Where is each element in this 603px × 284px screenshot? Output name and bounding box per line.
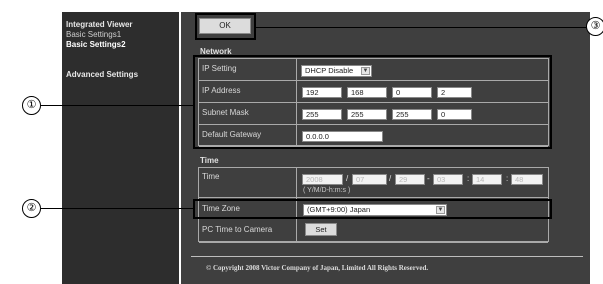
- chevron-down-icon: ▼: [361, 67, 370, 75]
- callout-box-ok: [195, 13, 256, 40]
- ip-address-label: IP Address: [202, 86, 241, 95]
- default-gateway-field[interactable]: 0.0.0.0: [302, 131, 383, 142]
- ip-setting-label: IP Setting: [202, 64, 237, 73]
- ip-setting-value: DHCP Disable: [305, 66, 354, 75]
- time-separator: :: [506, 174, 509, 183]
- ip-address-octet-2[interactable]: 168: [347, 87, 387, 98]
- set-button[interactable]: Set: [305, 223, 337, 236]
- pc-time-label: PC Time to Camera: [202, 225, 273, 234]
- time-year-field[interactable]: 2008: [302, 174, 343, 185]
- time-separator: :: [467, 174, 470, 183]
- copyright-text: © Copyright 2008 Victor Company of Japan…: [206, 264, 429, 272]
- ip-address-octet-3[interactable]: 0: [392, 87, 432, 98]
- callout-marker-2: ②: [22, 199, 41, 218]
- footer-divider: [191, 256, 583, 257]
- sidebar: Integrated Viewer Basic Settings1 Basic …: [62, 12, 179, 284]
- ip-address-octet-4[interactable]: 2: [437, 87, 472, 98]
- subnet-mask-octet-4[interactable]: 0: [437, 109, 472, 120]
- sidebar-item-basic-settings-1[interactable]: Basic Settings1: [66, 30, 121, 39]
- date-separator: /: [389, 174, 392, 183]
- default-gateway-label: Default Gateway: [202, 130, 262, 139]
- time-day-field[interactable]: 29: [395, 174, 425, 185]
- time-format-hint: ( Y/M/D-h:m:s ): [303, 187, 351, 194]
- time-separator: -: [427, 174, 430, 183]
- subnet-mask-octet-2[interactable]: 255: [347, 109, 387, 120]
- ip-setting-select[interactable]: DHCP Disable ▼: [301, 65, 372, 77]
- callout-marker-1: ①: [22, 96, 41, 115]
- callout-line-3: [256, 27, 586, 28]
- callout-line-1: [41, 105, 193, 106]
- time-second-field[interactable]: 48: [511, 174, 543, 185]
- subnet-mask-label: Subnet Mask: [202, 108, 249, 117]
- subnet-mask-octet-1[interactable]: 255: [302, 109, 342, 120]
- time-month-field[interactable]: 07: [352, 174, 387, 185]
- callout-line-2: [41, 208, 193, 209]
- sidebar-item-advanced-settings[interactable]: Advanced Settings: [66, 70, 138, 79]
- callout-box-time-zone: [193, 199, 552, 219]
- time-label: Time: [202, 172, 220, 181]
- sidebar-item-basic-settings-2[interactable]: Basic Settings2: [66, 40, 126, 49]
- time-section-title: Time: [200, 156, 219, 165]
- callout-marker-3: ③: [586, 17, 603, 36]
- date-separator: /: [346, 174, 349, 183]
- time-minute-field[interactable]: 14: [472, 174, 502, 185]
- time-hour-field[interactable]: 03: [433, 174, 463, 185]
- subnet-mask-octet-3[interactable]: 255: [392, 109, 432, 120]
- sidebar-item-integrated-viewer[interactable]: Integrated Viewer: [66, 20, 133, 29]
- settings-screenshot: Integrated Viewer Basic Settings1 Basic …: [0, 0, 603, 284]
- ip-address-octet-1[interactable]: 192: [302, 87, 342, 98]
